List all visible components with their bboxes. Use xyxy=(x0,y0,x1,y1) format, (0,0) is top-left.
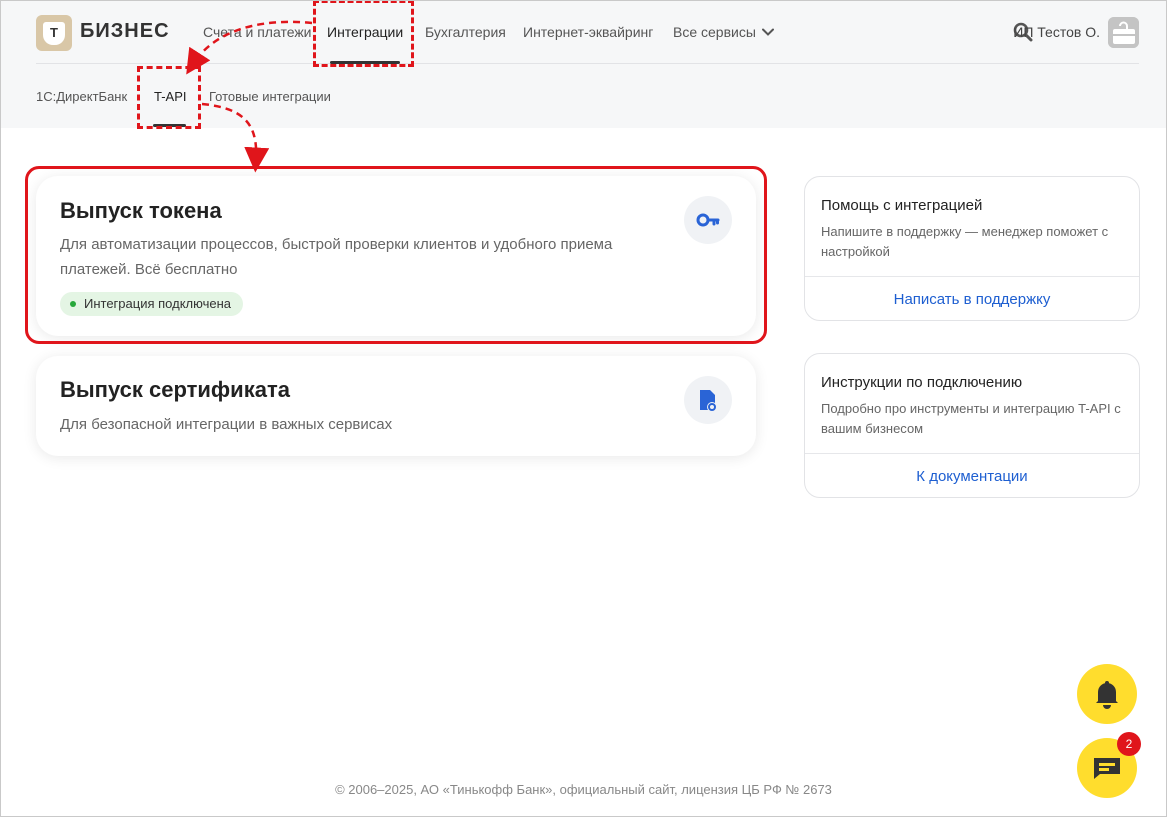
certificate-icon xyxy=(684,376,732,424)
panel-divider xyxy=(805,453,1139,454)
chat-unread-badge: 2 xyxy=(1117,732,1141,756)
panel-description: Подробно про инструменты и интеграцию T-… xyxy=(821,401,1121,436)
card-title: Выпуск сертификата xyxy=(60,377,290,402)
bell-icon xyxy=(1096,681,1118,709)
annotation-arrows xyxy=(186,20,313,173)
notifications-button[interactable] xyxy=(1077,664,1137,724)
write-to-support-link[interactable]: Написать в поддержку xyxy=(805,291,1139,308)
card-certificate-issue[interactable]: Выпуск сертификата Для безопасной интегр… xyxy=(36,356,756,456)
panel-description: Напишите в поддержку — менеджер поможет … xyxy=(821,224,1109,259)
card-description: Для безопасной интеграции в важных серви… xyxy=(60,416,393,433)
panel-title: Инструкции по подключению xyxy=(821,374,1023,391)
panel-connection-instructions: Инструкции по подключению Подробно про и… xyxy=(804,353,1140,498)
footer-copyright: © 2006–2025, АО «Тинькофф Банк», официал… xyxy=(335,782,832,797)
documentation-link[interactable]: К документации xyxy=(805,468,1139,485)
panel-divider xyxy=(805,276,1139,277)
